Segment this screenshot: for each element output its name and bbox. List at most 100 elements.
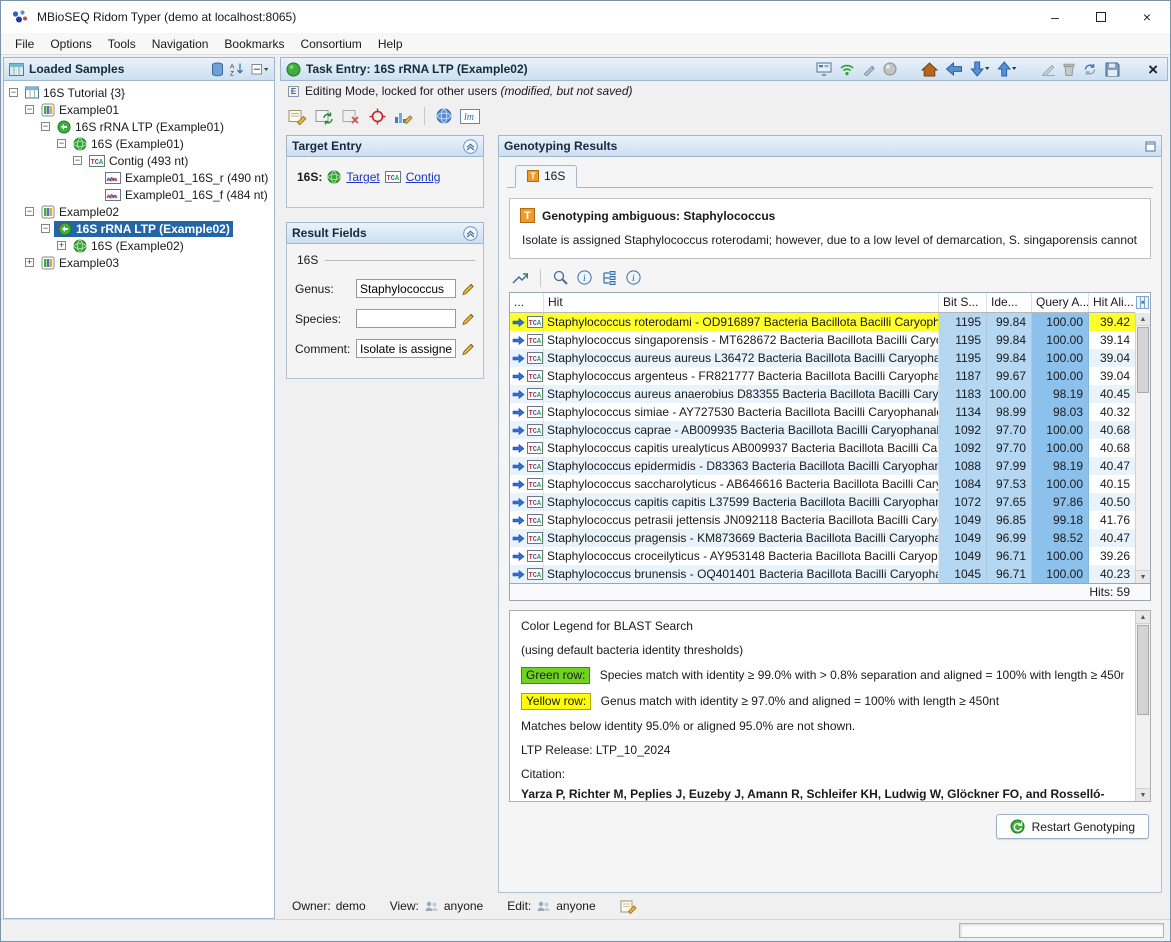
edit-comment-button[interactable]: [461, 342, 475, 356]
hit-row[interactable]: TCAStaphylococcus capitis urealyticus AB…: [510, 439, 1135, 457]
table-scrollbar[interactable]: ▲ ▼: [1135, 313, 1150, 583]
database-button[interactable]: [211, 62, 224, 77]
genus-input[interactable]: [356, 279, 456, 298]
tree-expander-icon[interactable]: −: [25, 105, 34, 114]
maximize-panel-button[interactable]: [1145, 141, 1156, 152]
hit-row[interactable]: TCAStaphylococcus roterodami - OD916897 …: [510, 313, 1135, 331]
menu-help[interactable]: Help: [370, 35, 411, 53]
alignment-button[interactable]: lm: [460, 109, 480, 124]
col-identity[interactable]: Ide...: [987, 293, 1032, 312]
zoom-button[interactable]: [553, 270, 568, 285]
export-button[interactable]: [511, 270, 528, 285]
comment-input[interactable]: [356, 339, 456, 358]
minimize-button[interactable]: –: [1032, 1, 1078, 33]
trash-button[interactable]: [1063, 62, 1075, 76]
tree-item[interactable]: −Example02: [4, 203, 274, 220]
menu-bookmarks[interactable]: Bookmarks: [216, 35, 292, 53]
table-scroll-down-button[interactable]: ▼: [1136, 570, 1150, 583]
edit-permissions-button[interactable]: [620, 899, 637, 914]
col-bit-score[interactable]: Bit S...: [939, 293, 987, 312]
screenshot-button[interactable]: [816, 62, 832, 77]
tree-expander-icon[interactable]: −: [41, 122, 50, 131]
edit-genus-button[interactable]: [461, 282, 475, 296]
legend-scroll-down-button[interactable]: ▼: [1136, 788, 1150, 801]
col-icons[interactable]: ...: [510, 293, 544, 312]
reload-entry-button[interactable]: [315, 108, 334, 125]
tree-item[interactable]: +16S (Example02): [4, 237, 274, 254]
sync-button[interactable]: [1082, 62, 1098, 77]
tree-expander-icon[interactable]: +: [25, 258, 34, 267]
sort-button[interactable]: AZ: [230, 62, 245, 76]
tree-expander-icon[interactable]: −: [9, 88, 18, 97]
sign-button[interactable]: [1041, 62, 1056, 76]
save-button[interactable]: [1105, 62, 1120, 77]
edit-entry-button[interactable]: [288, 108, 307, 125]
details-button[interactable]: i: [626, 270, 641, 285]
col-query-aligned[interactable]: Query A...: [1032, 293, 1089, 312]
menu-consortium[interactable]: Consortium: [292, 35, 369, 53]
tree-expander-icon[interactable]: +: [57, 241, 66, 250]
tree-item[interactable]: −16S Tutorial {3}: [4, 84, 274, 101]
hit-row[interactable]: TCAStaphylococcus brunensis - OQ401401 B…: [510, 565, 1135, 583]
back-button[interactable]: [945, 62, 963, 76]
target-link[interactable]: Target: [346, 170, 379, 184]
hit-row[interactable]: TCAStaphylococcus saccharolyticus - AB64…: [510, 475, 1135, 493]
hit-row[interactable]: TCAStaphylococcus simiae - AY727530 Bact…: [510, 403, 1135, 421]
tree-expander-icon[interactable]: −: [57, 139, 66, 148]
hit-row[interactable]: TCAStaphylococcus caprae - AB009935 Bact…: [510, 421, 1135, 439]
home-button[interactable]: [921, 62, 938, 77]
tree-view-button[interactable]: [601, 271, 617, 285]
contig-link[interactable]: Contig: [406, 170, 441, 184]
maximize-button[interactable]: [1078, 1, 1124, 33]
hit-row[interactable]: TCAStaphylococcus aureus anaerobius D833…: [510, 385, 1135, 403]
menu-navigation[interactable]: Navigation: [144, 35, 217, 53]
menu-options[interactable]: Options: [42, 35, 99, 53]
tree-item[interactable]: −16S rRNA LTP (Example01): [4, 118, 274, 135]
tab-16s[interactable]: T 16S: [515, 165, 577, 188]
tree-item[interactable]: +Example03: [4, 254, 274, 271]
tree-expander-icon[interactable]: −: [41, 224, 50, 233]
collapse-tree-button[interactable]: [251, 63, 269, 76]
tree-expander-icon[interactable]: −: [25, 207, 34, 216]
edit-species-button[interactable]: [461, 312, 475, 326]
discard-entry-button[interactable]: [342, 108, 361, 125]
tree-item[interactable]: Example01_16S_r (490 nt): [4, 169, 274, 186]
tree-item-label: Example01: [59, 103, 119, 117]
tree-item[interactable]: − Example01: [4, 101, 274, 118]
col-hit-aligned[interactable]: Hit Ali...: [1089, 293, 1135, 312]
tree-item[interactable]: −16S (Example01): [4, 135, 274, 152]
col-hit[interactable]: Hit: [544, 293, 939, 312]
legend-scroll-up-button[interactable]: ▲: [1136, 611, 1150, 624]
species-input[interactable]: [356, 309, 456, 328]
chart-button[interactable]: [394, 108, 413, 125]
restart-genotyping-button[interactable]: Restart Genotyping: [996, 814, 1149, 839]
web-button[interactable]: [436, 108, 452, 124]
close-task-button[interactable]: ×: [1144, 61, 1162, 78]
menu-file[interactable]: File: [7, 35, 42, 53]
up-button[interactable]: [997, 61, 1017, 77]
hit-row[interactable]: TCAStaphylococcus aureus aureus L36472 B…: [510, 349, 1135, 367]
legend-scrollbar-thumb[interactable]: [1137, 625, 1149, 715]
column-config-button[interactable]: [1136, 296, 1149, 309]
table-scroll-up-button[interactable]: ▲: [1136, 313, 1150, 326]
menu-tools[interactable]: Tools: [100, 35, 144, 53]
legend-scrollbar[interactable]: ▲ ▼: [1135, 611, 1150, 801]
collapse-target-entry-button[interactable]: [463, 139, 478, 154]
hit-row[interactable]: TCAStaphylococcus singaporensis - MT6286…: [510, 331, 1135, 349]
tree-item[interactable]: Example01_16S_f (484 nt): [4, 186, 274, 203]
tree-item[interactable]: −TCAContig (493 nt): [4, 152, 274, 169]
hit-row[interactable]: TCAStaphylococcus pragensis - KM873669 B…: [510, 529, 1135, 547]
collapse-result-fields-button[interactable]: [463, 226, 478, 241]
forward-down-button[interactable]: [970, 61, 990, 77]
tree-expander-icon[interactable]: −: [73, 156, 82, 165]
info-button[interactable]: i: [577, 270, 592, 285]
hit-row[interactable]: TCAStaphylococcus petrasii jettensis JN0…: [510, 511, 1135, 529]
table-scrollbar-thumb[interactable]: [1137, 327, 1149, 393]
tree-item[interactable]: −+16S rRNA LTP (Example02): [4, 220, 274, 237]
hit-row[interactable]: TCAStaphylococcus epidermidis - D83363 B…: [510, 457, 1135, 475]
hit-row[interactable]: TCAStaphylococcus croceilyticus - AY9531…: [510, 547, 1135, 565]
hit-row[interactable]: TCAStaphylococcus argenteus - FR821777 B…: [510, 367, 1135, 385]
close-button[interactable]: ×: [1124, 1, 1170, 33]
hit-row[interactable]: TCAStaphylococcus capitis capitis L37599…: [510, 493, 1135, 511]
target-button[interactable]: [369, 108, 386, 125]
